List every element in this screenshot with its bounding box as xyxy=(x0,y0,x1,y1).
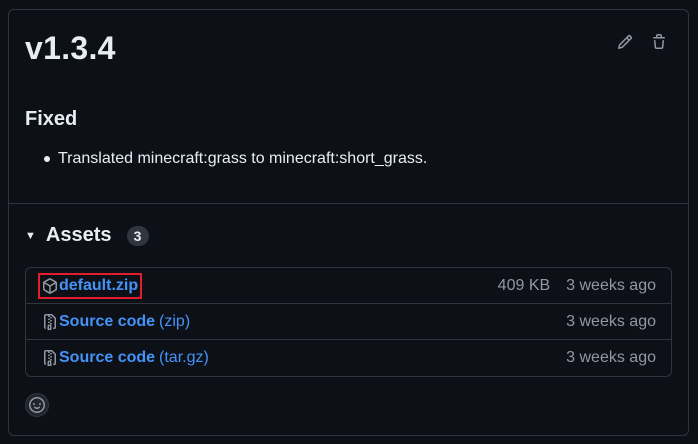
divider xyxy=(9,203,688,204)
asset-date: 3 weeks ago xyxy=(566,276,656,294)
list-item-text: Translated minecraft:grass to minecraft:… xyxy=(58,150,428,167)
add-reaction-button[interactable] xyxy=(25,393,49,417)
asset-name: Source code xyxy=(59,349,156,366)
triangle-down-icon: ▼ xyxy=(25,229,36,242)
asset-meta: 3 weeks ago xyxy=(566,313,656,331)
assets-toggle[interactable]: ▼ Assets 3 xyxy=(25,224,149,247)
asset-row-source-targz: Source code (tar.gz) 3 weeks ago xyxy=(26,340,671,376)
assets-count-badge: 3 xyxy=(126,225,149,246)
asset-name: default.zip xyxy=(59,276,139,294)
asset-meta: 409 KB 3 weeks ago xyxy=(498,277,656,295)
asset-name: Source code xyxy=(59,312,156,330)
assets-list: default.zip 409 KB 3 weeks ago Source co… xyxy=(25,267,672,377)
asset-link-source-zip[interactable]: Source code (zip) xyxy=(42,313,190,331)
bullet-icon xyxy=(44,156,50,162)
pencil-icon xyxy=(617,34,633,50)
notes-heading: Fixed xyxy=(25,108,78,130)
edit-release-button[interactable] xyxy=(615,32,635,52)
asset-row-default-zip: default.zip 409 KB 3 weeks ago xyxy=(26,268,671,304)
release-card: v1.3.4 Fixed Translated minecraft:grass … xyxy=(8,9,689,436)
asset-link-source-targz[interactable]: Source code (tar.gz) xyxy=(42,349,209,367)
asset-meta: 3 weeks ago xyxy=(566,349,656,367)
asset-date: 3 weeks ago xyxy=(566,312,656,330)
asset-size: 409 KB xyxy=(497,276,551,294)
assets-label: Assets xyxy=(45,224,112,246)
changelog-list: Translated minecraft:grass to minecraft:… xyxy=(25,150,427,168)
asset-row-source-zip: Source code (zip) 3 weeks ago xyxy=(26,304,671,340)
trash-icon xyxy=(653,34,665,49)
list-item: Translated minecraft:grass to minecraft:… xyxy=(25,150,427,168)
file-zip-icon xyxy=(42,350,58,366)
asset-suffix: (zip) xyxy=(159,312,191,330)
asset-date: 3 weeks ago xyxy=(566,349,656,366)
asset-link-default-zip[interactable]: default.zip xyxy=(37,272,143,299)
delete-release-button[interactable] xyxy=(649,32,669,52)
package-icon xyxy=(42,277,58,294)
smiley-icon xyxy=(29,397,45,413)
asset-suffix: (tar.gz) xyxy=(159,349,209,366)
file-zip-icon xyxy=(42,313,58,330)
release-title: v1.3.4 xyxy=(25,30,116,66)
